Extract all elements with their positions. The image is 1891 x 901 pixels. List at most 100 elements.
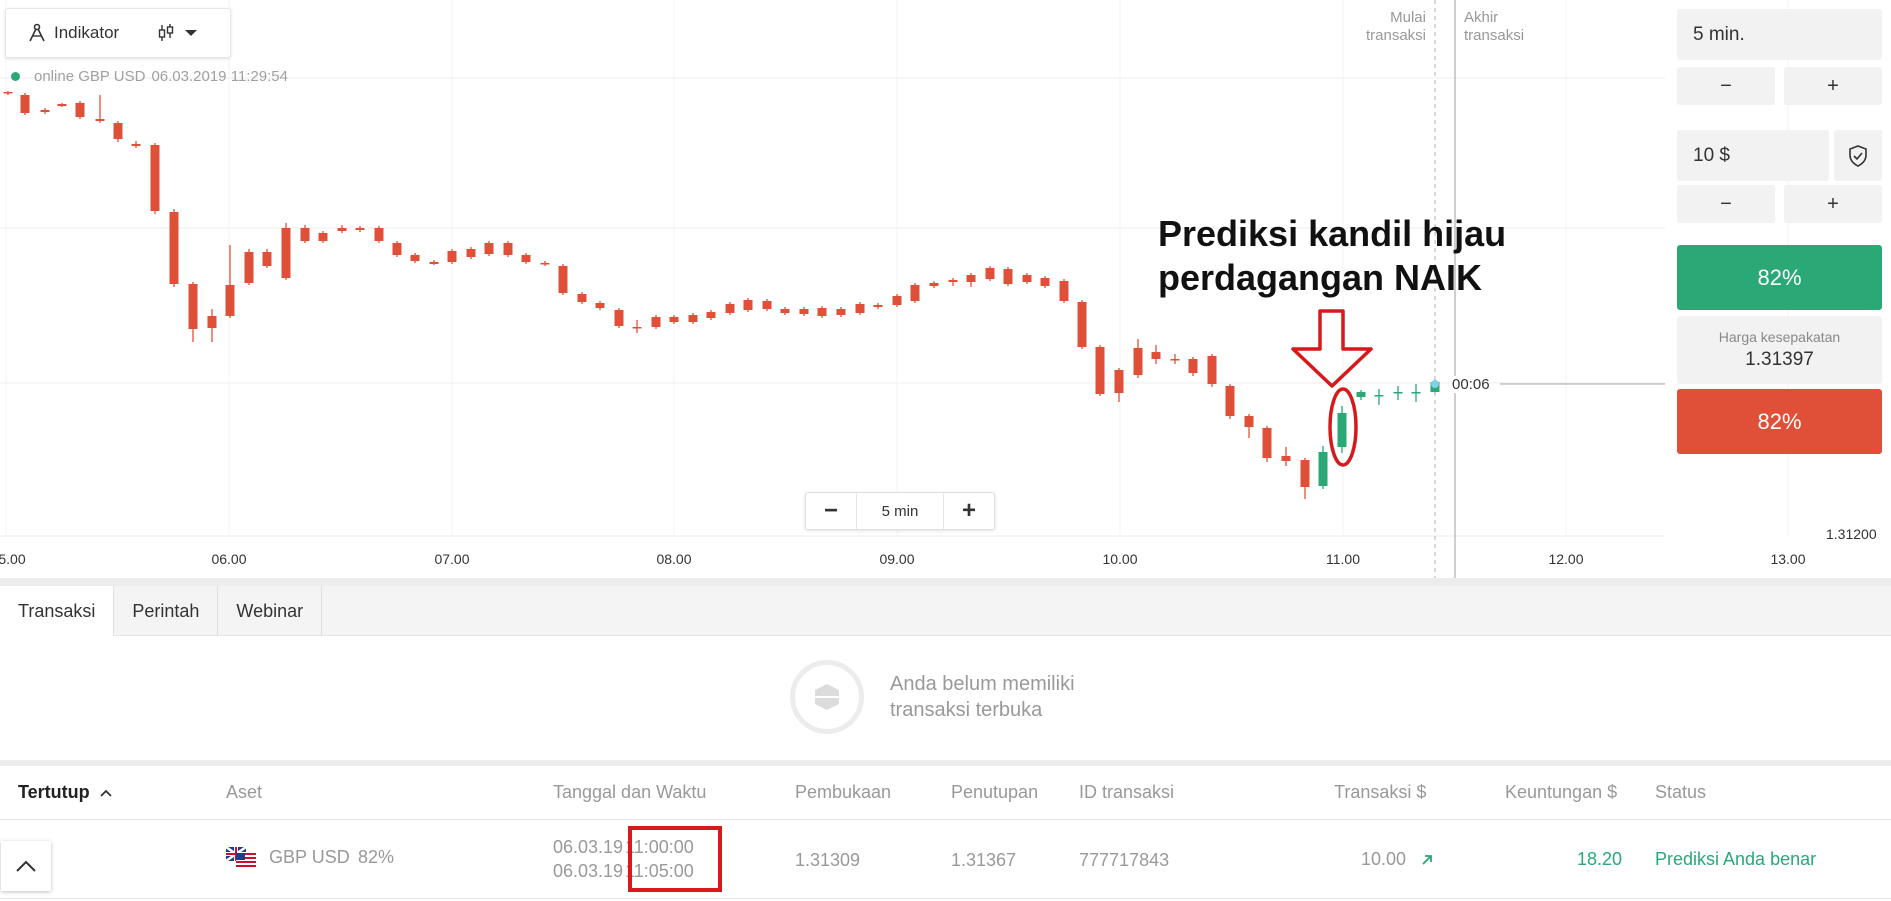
candle	[929, 281, 939, 288]
candle	[20, 93, 30, 115]
indicator-label: Indikator	[54, 23, 120, 42]
amount-increase-button[interactable]: +	[1784, 185, 1882, 223]
trade-down-button[interactable]: 82%	[1677, 389, 1882, 454]
candle-body	[1114, 370, 1124, 393]
shield-check-icon	[1849, 144, 1867, 167]
candle	[1059, 279, 1069, 303]
candle-body	[207, 316, 217, 328]
candle-body	[799, 309, 809, 314]
candle	[1077, 300, 1087, 349]
header-aset: Aset	[226, 782, 263, 802]
candle-body	[595, 303, 605, 308]
candle	[558, 264, 568, 295]
candle-body	[743, 300, 753, 310]
candle-body	[632, 327, 642, 329]
amount-decrease-button[interactable]: −	[1677, 185, 1775, 223]
deal-price-caption: Harga kesepakatan	[1718, 329, 1841, 345]
candle	[1262, 426, 1272, 462]
header-tanggal: Tanggal dan Waktu	[553, 782, 707, 802]
candle-body	[688, 315, 698, 322]
price-axis-label: 1.31200	[1826, 526, 1877, 542]
candle	[1337, 406, 1347, 453]
deal-end-line1: Akhir	[1464, 9, 1499, 26]
candle	[318, 231, 328, 243]
candle-body	[1095, 347, 1105, 394]
candle	[1151, 345, 1161, 364]
deal-start-line2: transaksi	[1365, 27, 1426, 44]
candle	[1003, 267, 1013, 286]
countdown-timer: 00:06	[1452, 376, 1490, 393]
candle-body	[521, 255, 531, 262]
candle	[966, 273, 976, 287]
row-profit: 18.20	[1577, 849, 1623, 869]
zoom-in-button[interactable]: +	[944, 493, 994, 529]
candle	[1318, 446, 1328, 489]
candle-body	[75, 103, 85, 117]
empty-line2: transaksi terbuka	[890, 699, 1043, 721]
chevron-up-icon	[16, 860, 36, 872]
candle	[873, 303, 883, 309]
candle-body	[281, 228, 291, 278]
x-tick-label: 12.00	[1548, 551, 1583, 567]
empty-line1: Anda belum memiliki	[890, 673, 1075, 695]
candle	[40, 108, 50, 114]
time-increase-button[interactable]: +	[1784, 67, 1882, 105]
candle-body	[1300, 460, 1310, 487]
x-tick-label: 07.00	[434, 551, 469, 567]
chart-type-dropdown[interactable]	[157, 23, 198, 43]
candle	[355, 226, 365, 232]
header-transaksi: Transaksi $	[1334, 782, 1427, 802]
candle	[1133, 339, 1143, 378]
expiry-time-input[interactable]: 5 min.	[1677, 9, 1882, 60]
x-tick-label: 06.00	[211, 551, 246, 567]
candle	[1244, 414, 1254, 438]
candle-body	[1170, 359, 1180, 361]
time-decrease-button[interactable]: −	[1677, 67, 1775, 105]
insurance-button[interactable]	[1834, 130, 1882, 181]
zoom-out-button[interactable]: −	[806, 493, 856, 529]
candle-body	[929, 283, 939, 286]
highlight-box	[628, 826, 722, 892]
candle	[1207, 354, 1217, 387]
candle-body	[1040, 278, 1050, 286]
header-status: Status	[1655, 782, 1707, 802]
tab-transaksi[interactable]: Transaksi	[0, 586, 115, 636]
tab-webinar[interactable]: Webinar	[218, 586, 323, 636]
candle-body	[466, 249, 476, 257]
candle-body	[614, 310, 624, 326]
candle	[207, 309, 217, 342]
candle-body	[150, 145, 160, 211]
tab-perintah[interactable]: Perintah	[114, 586, 219, 636]
candle-body	[484, 243, 494, 254]
candlestick-icon	[159, 24, 174, 41]
amount-input[interactable]: 10 $	[1677, 130, 1829, 181]
x-tick-label: 08.00	[656, 551, 691, 567]
candle-body	[244, 252, 254, 283]
annotation-line1: Prediksi kandil hijau	[1158, 213, 1507, 254]
candle-body	[113, 123, 123, 139]
deal-end-line2: transaksi	[1464, 27, 1525, 44]
deal-price: Harga kesepakatan 1.31397	[1677, 316, 1882, 384]
scroll-up-button[interactable]	[1, 841, 51, 891]
indicator-button[interactable]: Indikator	[28, 23, 119, 43]
deal-end-label: Akhir transaksi	[1464, 9, 1524, 45]
chart-area[interactable]: 5.00 06.00 07.00 08.00 09.00 10.00 11.00 12.00 1…	[0, 0, 1891, 578]
candle-body	[706, 312, 716, 318]
empty-state-text: Anda belum memiliki transaksi terbuka	[890, 671, 1130, 723]
table-row[interactable]: GBP USD 82% 06.03.19 11:00:00 06.03.19 11:…	[0, 821, 1891, 899]
candle	[669, 315, 679, 324]
trade-up-button[interactable]: 82%	[1677, 245, 1882, 310]
candle-body	[836, 309, 846, 315]
row-open: 1.31309	[795, 850, 861, 870]
candle-body	[873, 305, 883, 307]
header-tertutup[interactable]: Tertutup	[18, 782, 113, 803]
candle	[392, 241, 402, 257]
candle-body	[3, 92, 13, 94]
candle-body	[540, 263, 550, 265]
candle	[836, 307, 846, 317]
candle	[799, 307, 809, 316]
chevron-down-icon	[185, 30, 198, 36]
candle	[75, 101, 85, 119]
candle-body	[892, 296, 902, 305]
candle-body	[300, 228, 310, 241]
